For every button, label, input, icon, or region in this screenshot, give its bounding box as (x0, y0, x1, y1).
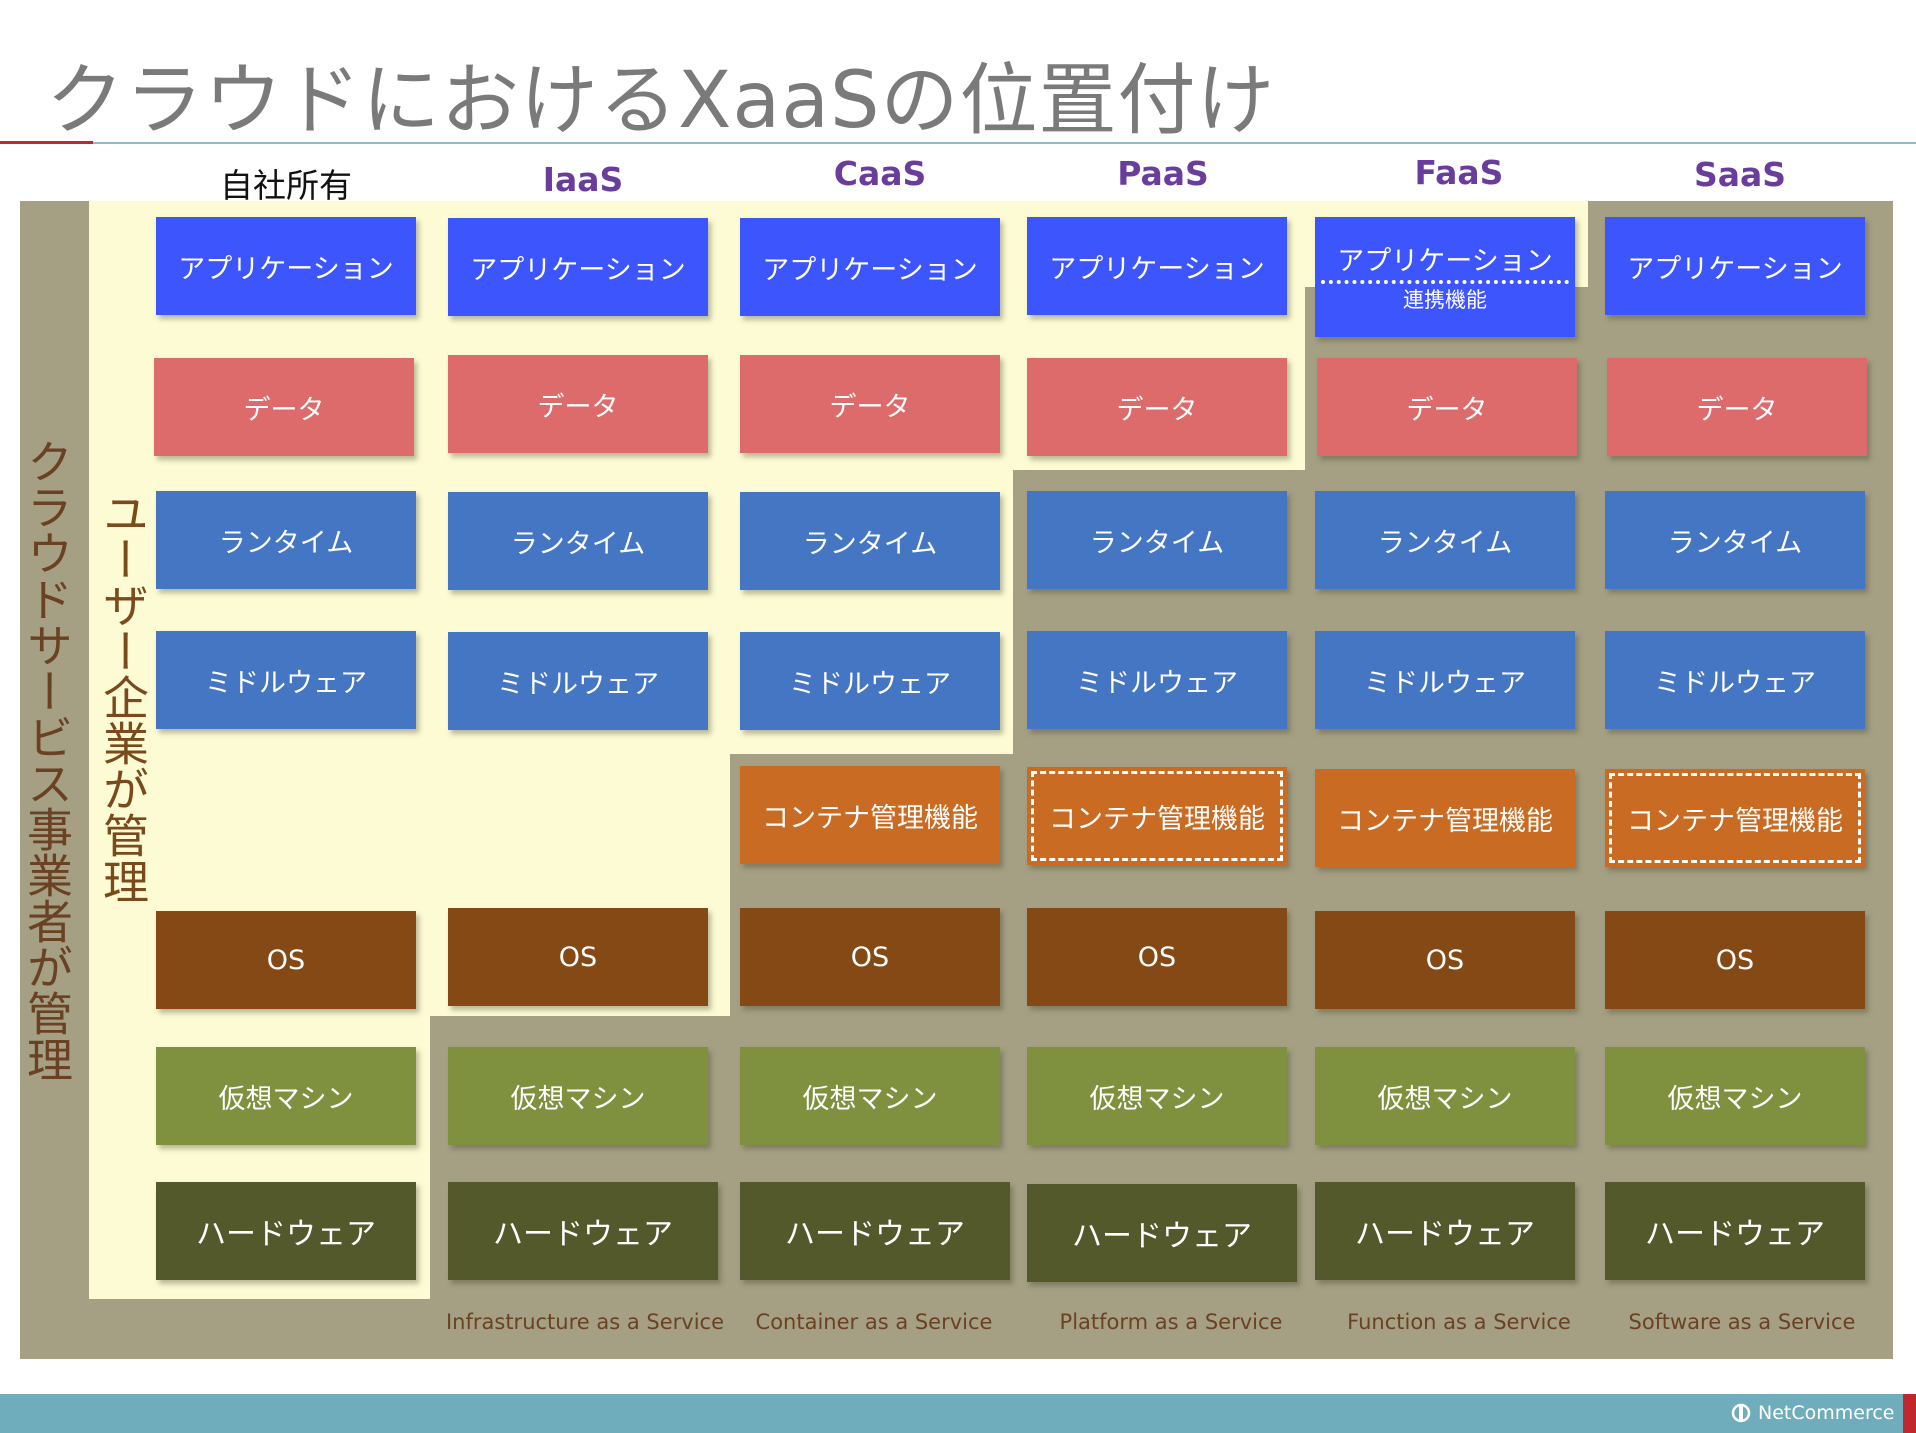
paas-hardware: ハードウェア (1027, 1184, 1297, 1282)
user-managed-label: ユーザー企業が管理 (96, 490, 150, 904)
iaas-vm: 仮想マシン (448, 1047, 708, 1145)
footer-accent (1903, 1394, 1916, 1433)
iaas-footnote: Infrastructure as a Service (445, 1310, 724, 1334)
faas-footnote: Function as a Service (1347, 1310, 1571, 1334)
faas-integration-label: 連携機能 (1403, 288, 1487, 312)
faas-application-label: アプリケーション (1337, 246, 1553, 277)
iaas-os: OS (448, 908, 708, 1006)
column-head-onprem: 自社所有 (220, 166, 352, 205)
caas-application: アプリケーション (740, 218, 1000, 316)
onprem-application: アプリケーション (156, 217, 416, 315)
caas-container-management: コンテナ管理機能 (740, 766, 1000, 864)
faas-data: データ (1317, 358, 1577, 456)
caas-hardware: ハードウェア (740, 1182, 1010, 1280)
faas-container-management: コンテナ管理機能 (1315, 769, 1575, 867)
netcommerce-logo-icon (1731, 1403, 1751, 1423)
faas-vm: 仮想マシン (1315, 1047, 1575, 1145)
iaas-hardware: ハードウェア (448, 1182, 718, 1280)
iaas-application: アプリケーション (448, 218, 708, 316)
caas-footnote: Container as a Service (755, 1310, 993, 1334)
onprem-vm: 仮想マシン (156, 1047, 416, 1145)
caas-runtime: ランタイム (740, 492, 1000, 590)
paas-runtime: ランタイム (1027, 491, 1287, 589)
paas-os: OS (1027, 908, 1287, 1006)
column-head-saas: SaaS (1693, 155, 1787, 194)
caas-vm: 仮想マシン (740, 1047, 1000, 1145)
caas-data: データ (740, 355, 1000, 453)
saas-container-management: コンテナ管理機能 (1605, 769, 1865, 867)
faas-middleware: ミドルウェア (1315, 631, 1575, 729)
column-head-iaas: IaaS (542, 160, 624, 199)
iaas-runtime: ランタイム (448, 492, 708, 590)
user-region-iaas (430, 201, 730, 1016)
iaas-middleware: ミドルウェア (448, 632, 708, 730)
paas-application: アプリケーション (1027, 217, 1287, 315)
caas-middleware: ミドルウェア (740, 632, 1000, 730)
saas-middleware: ミドルウェア (1605, 631, 1865, 729)
column-head-paas: PaaS (1117, 154, 1209, 193)
onprem-runtime: ランタイム (156, 491, 416, 589)
faas-runtime: ランタイム (1315, 491, 1575, 589)
saas-runtime: ランタイム (1605, 491, 1865, 589)
onprem-middleware: ミドルウェア (156, 631, 416, 729)
faas-application: アプリケーション 連携機能 (1315, 217, 1575, 337)
footer-bar (0, 1394, 1916, 1433)
saas-hardware: ハードウェア (1605, 1182, 1865, 1280)
page-title: クラウドにおけるXaaSの位置付け (46, 56, 1276, 146)
footer-logo-text: NetCommerce (1758, 1402, 1895, 1424)
paas-container-management: コンテナ管理機能 (1027, 767, 1287, 865)
onprem-hardware: ハードウェア (156, 1182, 416, 1280)
paas-data: データ (1027, 358, 1287, 456)
paas-vm: 仮想マシン (1027, 1047, 1287, 1145)
paas-footnote: Platform as a Service (1059, 1310, 1283, 1334)
title-rule (93, 142, 1916, 144)
saas-data: データ (1607, 358, 1867, 456)
column-head-faas: FaaS (1414, 153, 1504, 192)
iaas-data: データ (448, 355, 708, 453)
saas-footnote: Software as a Service (1628, 1310, 1856, 1334)
saas-vm: 仮想マシン (1605, 1047, 1865, 1145)
footer-logo: NetCommerce (1730, 1402, 1894, 1424)
title-rule-accent (0, 141, 93, 144)
saas-os: OS (1605, 911, 1865, 1009)
column-head-caas: CaaS (833, 154, 927, 193)
faas-os: OS (1315, 911, 1575, 1009)
provider-managed-label: クラウドサービス事業者が管理 (20, 438, 74, 1082)
caas-os: OS (740, 908, 1000, 1006)
faas-hardware: ハードウェア (1315, 1182, 1575, 1280)
onprem-data: データ (154, 358, 414, 456)
paas-middleware: ミドルウェア (1027, 631, 1287, 729)
saas-application: アプリケーション (1605, 217, 1865, 315)
onprem-os: OS (156, 911, 416, 1009)
